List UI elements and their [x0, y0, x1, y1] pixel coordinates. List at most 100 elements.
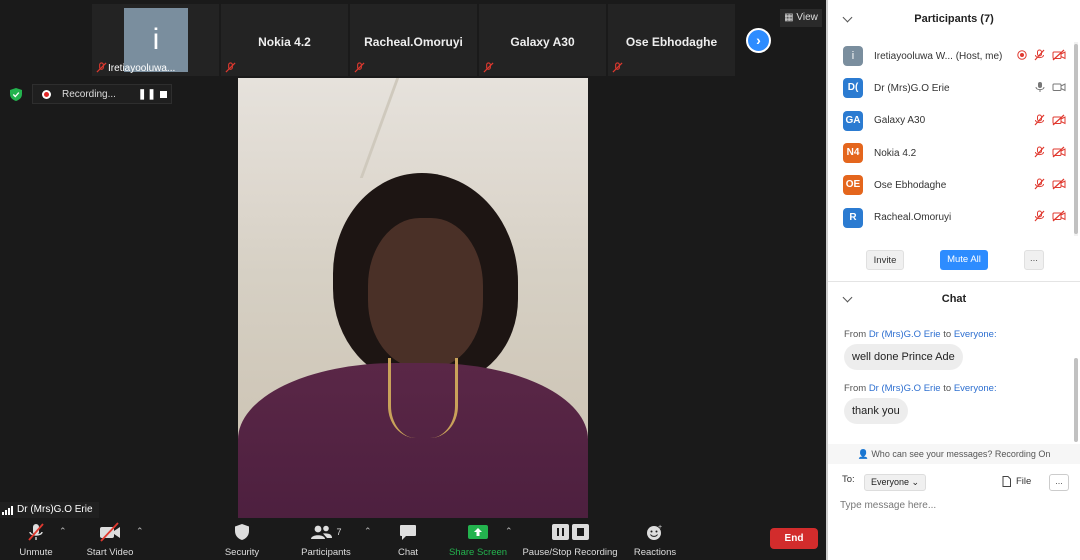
participant-row[interactable]: GA Galaxy A30 — [828, 105, 1072, 137]
participants-button[interactable]: 7 Participants — [298, 522, 354, 558]
tile-name: Nokia 4.2 — [258, 35, 311, 49]
file-button[interactable]: File — [1002, 476, 1031, 487]
message-sender-line: From Dr (Mrs)G.O Erie to Everyone: — [844, 383, 1072, 394]
muted-mic-icon — [1034, 114, 1045, 125]
video-tile[interactable]: Racheal.Omoruyi — [350, 4, 477, 76]
video-tile[interactable]: Galaxy A30 — [479, 4, 606, 76]
reactions-button[interactable]: + Reactions — [632, 522, 678, 558]
muted-mic-icon — [354, 62, 365, 73]
participant-row[interactable]: N4 Nokia 4.2 — [828, 137, 1072, 169]
signal-bars-icon — [2, 505, 13, 515]
share-screen-label: Share Screen — [448, 547, 508, 558]
pause-icon — [551, 524, 569, 540]
sender-link[interactable]: Dr (Mrs)G.O Erie — [869, 329, 941, 340]
share-options-caret-icon[interactable]: ⌃ — [505, 526, 513, 537]
chat-recipient-row: To: Everyone ⌄ File ... — [842, 474, 1074, 492]
participants-icon — [311, 525, 333, 539]
participant-avatar: N4 — [843, 143, 863, 164]
participants-scrollbar[interactable] — [1074, 44, 1078, 234]
participant-avatar: i — [843, 46, 863, 67]
video-off-icon — [1052, 114, 1066, 126]
chat-more-button[interactable]: ... — [1049, 474, 1069, 491]
chat-visibility-note[interactable]: 👤 Who can see your messages? Recording O… — [828, 444, 1080, 464]
participant-status-icons — [1017, 49, 1066, 61]
participant-name: Ose Ebhodaghe — [874, 179, 947, 191]
muted-mic-icon — [1034, 49, 1045, 61]
participant-avatar: GA — [843, 110, 863, 131]
participants-header: Participants (7) — [828, 0, 1080, 38]
video-off-icon — [1052, 178, 1066, 190]
participant-avatar: D( — [843, 78, 863, 99]
security-button[interactable]: Security — [220, 522, 264, 558]
message-bubble: thank you — [844, 398, 908, 424]
participant-name: Dr (Mrs)G.O Erie — [874, 82, 950, 94]
invite-button[interactable]: Invite — [866, 250, 904, 270]
chat-message: From Dr (Mrs)G.O Erie to Everyone: well … — [828, 329, 1072, 370]
muted-mic-icon — [96, 62, 107, 73]
chat-message-input[interactable] — [840, 496, 1072, 514]
chat-scrollbar[interactable] — [1074, 358, 1078, 442]
recording-indicator: Recording... ❚❚ — [32, 84, 172, 104]
participant-row[interactable]: D( Dr (Mrs)G.O Erie — [828, 72, 1072, 104]
view-button[interactable]: ▦ View — [780, 9, 822, 27]
participant-status-icons — [1035, 81, 1066, 93]
start-video-label: Start Video — [86, 547, 134, 558]
view-label: View — [796, 12, 818, 23]
participant-row[interactable]: i Iretiayooluwa W... (Host, me) — [828, 40, 1072, 72]
section-divider — [828, 281, 1080, 282]
start-video-button[interactable]: Start Video — [82, 522, 138, 558]
stop-recording-icon[interactable] — [160, 91, 167, 98]
pause-stop-recording-button[interactable]: Pause/Stop Recording — [522, 522, 618, 558]
chat-label: Chat — [397, 547, 419, 558]
participant-status-icons — [1034, 114, 1066, 126]
recipient-link[interactable]: Everyone: — [954, 383, 997, 394]
video-off-icon — [1052, 49, 1066, 61]
next-page-arrow-icon[interactable]: › — [746, 28, 771, 53]
message-sender-line: From Dr (Mrs)G.O Erie to Everyone: — [844, 329, 1072, 340]
more-options-button[interactable]: ... — [1024, 250, 1044, 270]
participants-options-caret-icon[interactable]: ⌃ — [364, 526, 372, 537]
recipient-link[interactable]: Everyone: — [954, 329, 997, 340]
to-prefix: to — [943, 383, 952, 394]
meeting-toolbar: Unmute ⌃ Start Video ⌃ Security 7 Partic… — [0, 518, 826, 560]
recording-controls-label: Pause/Stop Recording — [522, 547, 618, 558]
unmute-button[interactable]: Unmute — [12, 522, 60, 558]
recipient-dropdown[interactable]: Everyone ⌄ — [864, 474, 927, 491]
participants-list: i Iretiayooluwa W... (Host, me) D( Dr (M… — [828, 40, 1072, 234]
video-options-caret-icon[interactable]: ⌃ — [136, 526, 144, 537]
file-icon — [1002, 476, 1011, 487]
from-prefix: From — [844, 383, 867, 394]
mute-all-button[interactable]: Mute All — [940, 250, 988, 270]
security-shield-icon — [235, 524, 249, 540]
video-tile[interactable]: Ose Ebhodaghe — [608, 4, 735, 76]
participant-status-icons — [1034, 146, 1066, 158]
muted-mic-icon — [1034, 178, 1045, 190]
pause-recording-icon[interactable]: ❚❚ — [138, 89, 157, 100]
gallery-strip: i Iretiayooluwa... Nokia 4.2 Racheal.Omo… — [92, 4, 736, 76]
active-speaker-video — [238, 78, 588, 518]
chat-bubble-icon — [400, 524, 416, 540]
recipient-value: Everyone — [871, 477, 910, 487]
side-panel: Participants (7) i Iretiayooluwa W... (H… — [826, 0, 1080, 560]
participant-row[interactable]: R Racheal.Omoruyi — [828, 201, 1072, 233]
video-off-icon — [1052, 146, 1066, 158]
audio-options-caret-icon[interactable]: ⌃ — [59, 526, 67, 537]
muted-mic-icon — [483, 62, 494, 73]
self-video-tile[interactable]: i Iretiayooluwa... — [92, 4, 219, 76]
chat-button[interactable]: Chat — [390, 522, 426, 558]
video-area: i Iretiayooluwa... Nokia 4.2 Racheal.Omo… — [0, 0, 826, 560]
end-meeting-button[interactable]: End — [770, 528, 818, 549]
sender-link[interactable]: Dr (Mrs)G.O Erie — [869, 383, 941, 394]
recording-status-icon — [1017, 50, 1027, 60]
video-on-icon — [1052, 83, 1066, 92]
participant-row[interactable]: OE Ose Ebhodaghe — [828, 169, 1072, 201]
to-prefix: to — [943, 329, 952, 340]
unmute-label: Unmute — [19, 547, 53, 558]
video-tile[interactable]: Nokia 4.2 — [221, 4, 348, 76]
muted-mic-icon — [28, 523, 44, 541]
participant-status-icons — [1034, 210, 1066, 222]
participant-avatar: OE — [843, 175, 863, 196]
muted-mic-icon — [1034, 146, 1045, 158]
share-screen-button[interactable]: Share Screen — [448, 522, 508, 558]
encryption-shield-icon[interactable] — [10, 88, 22, 101]
